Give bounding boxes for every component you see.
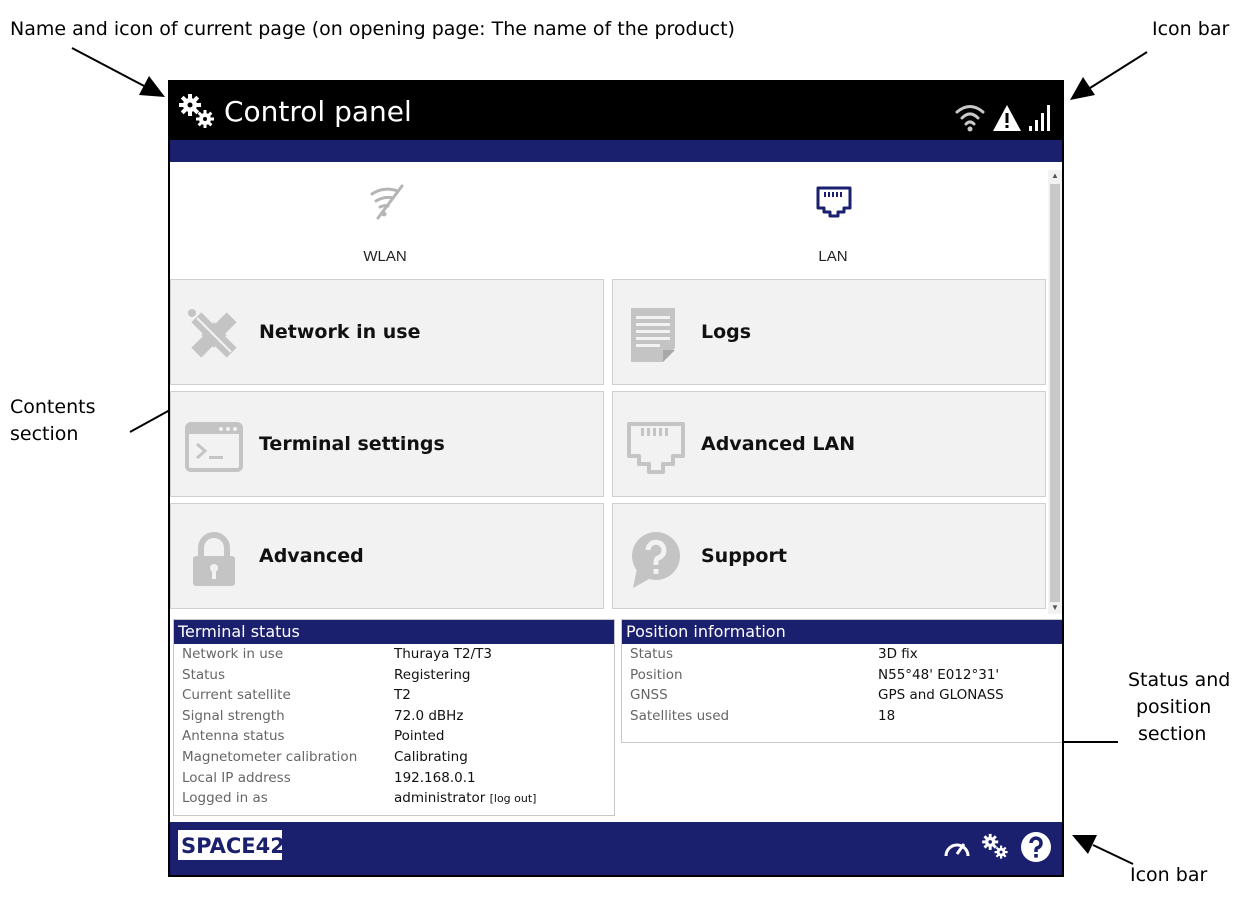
- tile-label: Advanced: [259, 545, 364, 567]
- status-row: Current satellite T2: [174, 685, 614, 706]
- annotation-icon-bar-bottom: Icon bar: [1130, 864, 1208, 886]
- status-row: Network in use Thuraya T2/T3: [174, 644, 614, 665]
- gears-icon: [179, 94, 214, 128]
- content-scrollbar[interactable]: ▲ ▼: [1048, 170, 1062, 614]
- tile-terminal-settings[interactable]: Terminal settings: [170, 391, 604, 497]
- settings-gears-icon[interactable]: [980, 832, 1012, 862]
- status-value: T2: [394, 687, 411, 704]
- tile-label: Advanced LAN: [701, 433, 856, 455]
- tile-label: Support: [701, 545, 787, 567]
- tile-label: Terminal settings: [259, 433, 445, 455]
- quick-link-label: LAN: [818, 248, 848, 265]
- status-row: Antenna status Pointed: [174, 726, 614, 747]
- title-bar: Control panel: [170, 82, 1062, 140]
- lan-port-icon: [816, 186, 852, 218]
- quick-link-lan[interactable]: LAN: [618, 168, 1048, 272]
- document-icon: [631, 308, 675, 362]
- status-key: Status: [182, 666, 226, 683]
- quick-link-label: WLAN: [363, 248, 407, 265]
- annotation-contents-section: Contents section: [10, 394, 95, 448]
- warning-icon[interactable]: [992, 104, 1022, 132]
- terminal-status-panel: Terminal status Network in use Thuraya T2…: [173, 619, 615, 816]
- annotation-title-note: Name and icon of current page (on openin…: [10, 18, 735, 40]
- tile-network-in-use[interactable]: Network in use: [170, 279, 604, 385]
- status-row: Signal strength 72.0 dBHz: [174, 706, 614, 727]
- annotation-line: section: [10, 423, 79, 445]
- panel-title: Terminal status: [174, 620, 614, 644]
- annotation-icon-bar-top: Icon bar: [1152, 18, 1230, 40]
- help-icon[interactable]: [1020, 831, 1052, 863]
- dashboard-icon[interactable]: [942, 834, 972, 860]
- position-row: GNSS GPS and GLONASS: [622, 685, 1062, 706]
- status-row: Local IP address 192.168.0.1: [174, 768, 614, 789]
- status-value: 192.168.0.1: [394, 769, 476, 786]
- position-value: 3D fix: [878, 646, 918, 662]
- status-key: Current satellite: [182, 687, 291, 704]
- page-title: Control panel: [224, 95, 412, 128]
- bottom-icon-bar: [942, 830, 1052, 864]
- web-interface-screen: Control panel WLAN LAN Network in use Lo…: [168, 80, 1064, 877]
- scroll-down-icon[interactable]: ▼: [1051, 604, 1059, 612]
- status-key: Antenna status: [182, 728, 285, 745]
- tile-logs[interactable]: Logs: [612, 279, 1046, 385]
- scrollbar-thumb[interactable]: [1050, 184, 1060, 602]
- status-row: Status Registering: [174, 665, 614, 686]
- tile-support[interactable]: Support: [612, 503, 1046, 609]
- wifi-icon[interactable]: [954, 102, 986, 132]
- annotation-status-position-section: Status and position section: [1128, 667, 1230, 748]
- status-row: Logged in as administrator [log out]: [174, 788, 614, 809]
- logout-link[interactable]: [log out]: [490, 792, 537, 805]
- scroll-up-icon[interactable]: ▲: [1051, 172, 1059, 180]
- position-information-panel: Position information Status 3D fix Positi…: [621, 619, 1062, 743]
- annotation-line: section: [1138, 723, 1207, 745]
- top-icon-bar: [954, 92, 1054, 132]
- header-accent-bar: [170, 140, 1062, 162]
- status-value: 72.0 dBHz: [394, 707, 464, 724]
- signal-strength-icon[interactable]: [1028, 102, 1054, 132]
- panel-title: Position information: [622, 620, 1062, 644]
- tile-advanced-lan[interactable]: Advanced LAN: [612, 391, 1046, 497]
- terminal-icon: [185, 422, 243, 472]
- status-row: Magnetometer calibration Calibrating: [174, 747, 614, 768]
- tile-advanced[interactable]: Advanced: [170, 503, 604, 609]
- tile-label: Network in use: [259, 321, 421, 343]
- contents-section: WLAN LAN Network in use Logs Terminal se…: [170, 162, 1048, 614]
- position-value: GPS and GLONASS: [878, 687, 1004, 704]
- satellite-icon: [188, 309, 237, 358]
- status-key: Network in use: [182, 646, 284, 662]
- position-value: N55°48' E012°31': [878, 666, 1000, 683]
- quick-link-wlan[interactable]: WLAN: [170, 168, 600, 272]
- status-value: Calibrating: [394, 748, 468, 765]
- logo-text: SPACE42: [181, 834, 285, 858]
- annotation-line: position: [1136, 696, 1212, 718]
- status-key: Signal strength: [182, 707, 285, 724]
- question-bubble-icon: [632, 532, 680, 588]
- footer-bar: SPACE42: [170, 822, 1062, 875]
- lock-icon: [193, 532, 235, 586]
- status-value: Registering: [394, 666, 471, 683]
- position-key: GNSS: [630, 687, 668, 704]
- position-key: Satellites used: [630, 707, 730, 724]
- position-row: Position N55°48' E012°31': [622, 665, 1062, 686]
- status-value-logged-in: administrator [log out]: [394, 788, 536, 810]
- status-value: Pointed: [394, 728, 445, 745]
- position-row: Status 3D fix: [622, 644, 1062, 665]
- logged-in-user: administrator: [394, 790, 486, 807]
- space42-logo[interactable]: SPACE42: [178, 830, 344, 860]
- status-key: Logged in as: [182, 790, 268, 807]
- tile-label: Logs: [701, 321, 752, 343]
- wlan-disabled-icon: [370, 184, 404, 220]
- status-key: Local IP address: [182, 769, 291, 786]
- position-key: Position: [630, 666, 683, 683]
- position-value: 18: [878, 707, 896, 724]
- position-key: Status: [630, 646, 674, 662]
- status-value: Thuraya T2/T3: [394, 646, 492, 662]
- annotation-line: Contents: [10, 396, 96, 418]
- annotation-line: Status and: [1128, 669, 1231, 691]
- status-key: Magnetometer calibration: [182, 748, 358, 765]
- ethernet-port-icon: [627, 422, 685, 474]
- position-row: Satellites used 18: [622, 706, 1062, 727]
